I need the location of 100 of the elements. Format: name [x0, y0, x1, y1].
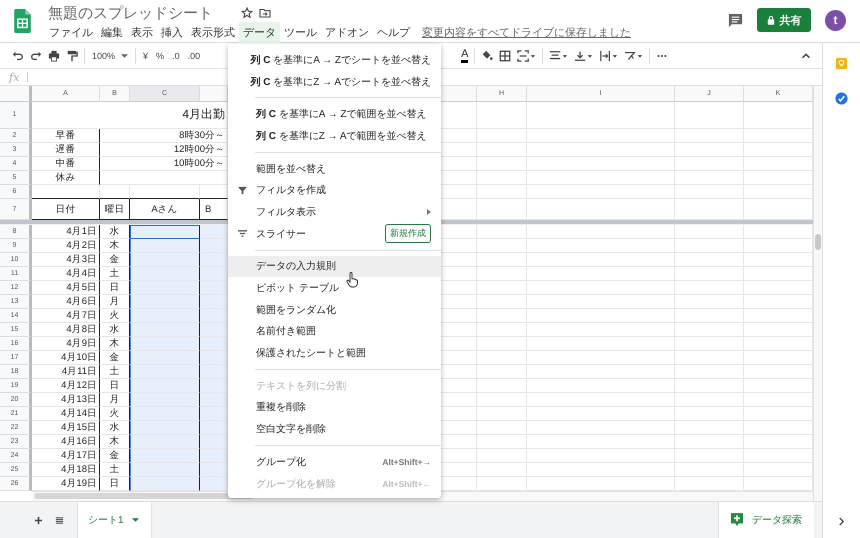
menu-item[interactable]: グループ化 Alt+Shift+→ — [228, 451, 441, 473]
menu-item[interactable]: フィルタ表示 — [228, 201, 441, 223]
column-header[interactable] — [200, 86, 228, 102]
menu-item[interactable]: 名前付き範囲 — [228, 320, 441, 342]
table-cell — [130, 185, 200, 199]
table-cell: 4月12日 — [32, 379, 100, 394]
table-cell[interactable] — [130, 449, 200, 464]
percent-format-button[interactable]: % — [155, 50, 166, 60]
table-cell[interactable] — [130, 239, 200, 254]
menu-item[interactable]: 範囲を並べ替え — [228, 158, 441, 180]
horizontal-align-icon[interactable] — [549, 50, 568, 62]
paint-format-icon[interactable] — [66, 50, 78, 62]
table-cell — [477, 323, 527, 338]
print-icon[interactable] — [48, 50, 60, 62]
explore-button[interactable]: データ探索 — [718, 502, 814, 538]
increase-decimal-button[interactable]: .00 — [186, 50, 202, 60]
text-rotation-icon[interactable] — [624, 50, 644, 62]
table-cell — [675, 351, 744, 366]
table-cell — [477, 435, 527, 450]
menu-item[interactable]: フィルタを作成 — [228, 179, 441, 202]
menu-item[interactable]: ピボット テーブル — [228, 277, 441, 299]
scrollbar-thumb[interactable] — [34, 493, 254, 500]
menu-item[interactable]: ファイル — [45, 22, 97, 42]
table-cell[interactable] — [130, 225, 200, 240]
corner-cell[interactable] — [0, 86, 32, 102]
table-cell[interactable] — [130, 365, 200, 380]
add-sheet-icon[interactable] — [34, 516, 43, 524]
sheet-list-icon[interactable] — [55, 516, 64, 524]
menu-item[interactable]: ヘルプ — [373, 22, 414, 42]
table-cell[interactable] — [130, 379, 200, 394]
table-cell[interactable] — [130, 421, 200, 436]
table-cell[interactable] — [130, 407, 200, 422]
table-cell: 休み — [32, 171, 100, 186]
table-cell[interactable] — [130, 337, 200, 352]
folder-icon[interactable] — [259, 7, 271, 19]
table-cell[interactable] — [130, 281, 200, 296]
menu-item[interactable]: ツール — [280, 22, 321, 42]
menu-item[interactable]: 範囲をランダム化 — [228, 298, 441, 321]
menu-item[interactable]: スライサー 新規作成 — [228, 222, 441, 244]
menu-item[interactable]: 挿入 — [157, 22, 187, 42]
table-cell[interactable] — [130, 393, 200, 408]
comment-icon[interactable] — [728, 12, 743, 28]
caret-icon — [132, 518, 139, 522]
keep-notes-icon[interactable] — [835, 57, 848, 70]
table-cell[interactable] — [130, 295, 200, 310]
menu-item[interactable]: データ — [239, 22, 280, 42]
table-cell — [675, 143, 744, 158]
sheets-logo-icon[interactable] — [14, 9, 31, 33]
star-icon[interactable] — [241, 7, 253, 19]
table-cell — [477, 267, 527, 282]
menu-item[interactable]: データの入力規則 — [228, 256, 441, 278]
table-cell[interactable] — [130, 253, 200, 268]
table-cell — [675, 253, 744, 268]
share-button[interactable]: 共有 — [757, 8, 811, 32]
zoom-dropdown[interactable]: 100% — [91, 50, 130, 60]
table-cell: 4月3日 — [32, 253, 100, 268]
menu-item[interactable]: 保護されたシートと範囲 — [228, 342, 441, 364]
table-cell[interactable] — [130, 309, 200, 324]
table-cell — [477, 463, 527, 478]
table-cell[interactable] — [130, 267, 200, 282]
table-cell[interactable] — [130, 323, 200, 338]
vertical-align-icon[interactable] — [574, 50, 594, 62]
currency-format-button[interactable]: ¥ — [142, 50, 150, 60]
table-cell: 中番 — [32, 157, 100, 172]
undo-icon[interactable] — [12, 50, 24, 62]
merge-cells-icon[interactable] — [517, 50, 536, 62]
menu-item[interactable]: 表示 — [127, 22, 157, 42]
text-wrap-icon[interactable] — [599, 50, 618, 62]
table-cell — [477, 421, 527, 436]
table-cell[interactable] — [130, 463, 200, 478]
table-cell[interactable] — [130, 477, 200, 492]
formula-label: fx — [9, 70, 20, 84]
menu-item[interactable]: 空白文字を削除 — [228, 418, 441, 440]
tasks-icon[interactable] — [835, 92, 848, 105]
text-color-button[interactable]: A — [461, 48, 468, 62]
scrollbar-thumb[interactable] — [815, 234, 821, 250]
decrease-decimal-button[interactable]: .0 — [171, 50, 181, 60]
save-status-link[interactable]: 変更内容をすべてドライブに保存しました — [422, 24, 631, 40]
menu-item[interactable]: 列 C を基準にZ → Aでシートを並べ替え — [228, 70, 441, 92]
table-cell — [675, 171, 744, 186]
table-cell — [477, 143, 527, 158]
avatar[interactable]: t — [825, 10, 846, 30]
redo-icon[interactable] — [30, 50, 42, 62]
table-cell — [477, 351, 527, 366]
borders-icon[interactable] — [499, 50, 512, 62]
menu-item[interactable]: 列 C を基準にA → Zでシートを並べ替え — [228, 49, 441, 71]
menu-item[interactable]: 列 C を基準にZ → Aで範囲を並べ替え — [228, 125, 441, 147]
table-cell[interactable] — [130, 351, 200, 366]
document-title[interactable]: 無題のスプレッドシート — [48, 4, 213, 22]
table-cell — [32, 185, 100, 199]
column-header[interactable] — [440, 86, 477, 102]
menu-item[interactable]: 列 C を基準にA → Zで範囲を並べ替え — [228, 103, 441, 126]
menu-item[interactable]: アドオン — [321, 22, 373, 42]
menu-item[interactable]: 重複を削除 — [228, 396, 441, 418]
sheet-tab[interactable]: シート1 — [78, 502, 151, 538]
fill-color-icon[interactable] — [481, 50, 494, 62]
menu-item[interactable]: 編集 — [97, 22, 127, 42]
menu-item[interactable]: 表示形式 — [187, 22, 239, 42]
expand-panel-icon[interactable] — [838, 517, 845, 526]
table-cell[interactable] — [130, 435, 200, 450]
